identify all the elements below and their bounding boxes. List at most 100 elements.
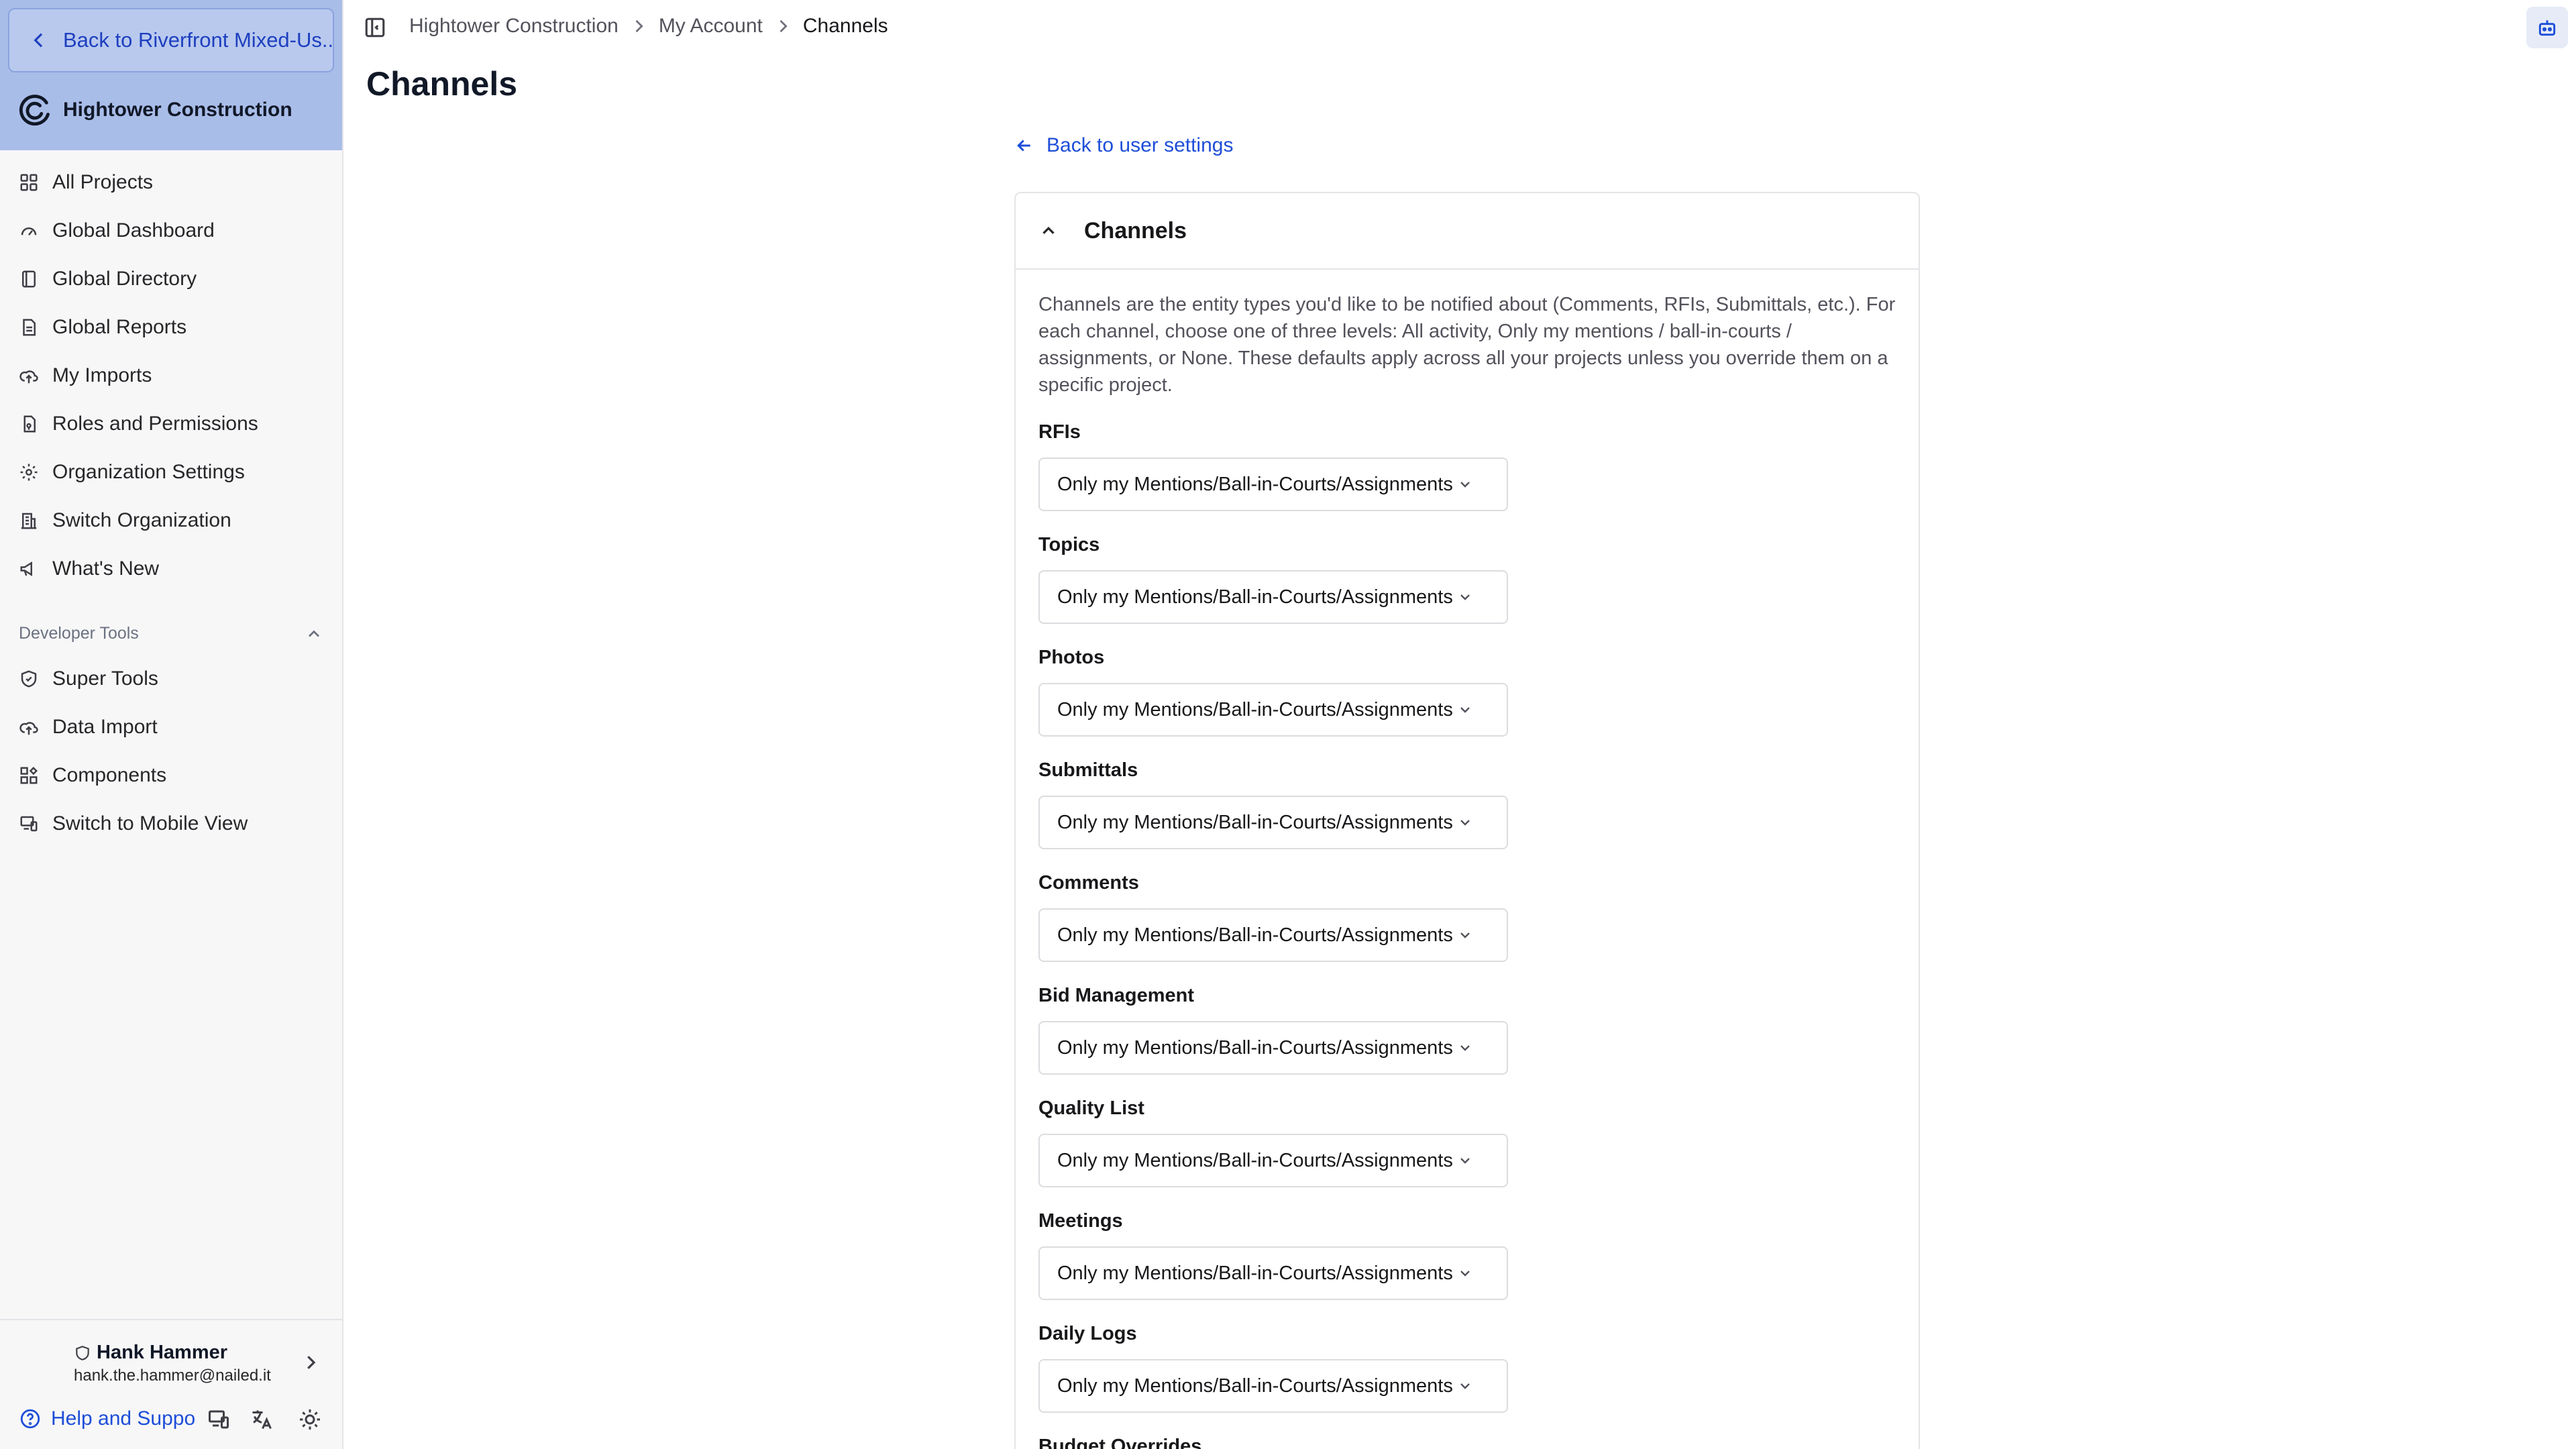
nav-item-label: Data Import [52, 716, 158, 738]
chevron-down-icon [1460, 482, 1470, 488]
channel-field-budget-overrides: Budget Overrides [1038, 1436, 1508, 1449]
select-value: Only my Mentions/Ball-in-Courts/Assignme… [1057, 924, 1453, 946]
translate-icon[interactable] [250, 1407, 274, 1432]
gear-icon [20, 464, 38, 481]
page-title: Channels [366, 65, 518, 103]
devices-icon[interactable] [207, 1407, 231, 1432]
nav-item-label: Switch Organization [52, 509, 231, 531]
nav-item-global-directory[interactable]: Global Directory [0, 255, 342, 303]
nav-item-components[interactable]: Components [0, 751, 342, 800]
shield-icon [76, 1345, 89, 1360]
help-support-link[interactable]: Help and Suppo [19, 1407, 195, 1430]
channel-field-quality-list: Quality List Only my Mentions/Ball-in-Co… [1038, 1097, 1508, 1187]
channel-label: Photos [1038, 647, 1105, 668]
assistant-button[interactable] [2526, 7, 2568, 48]
nav-item-label: Global Dashboard [52, 219, 215, 241]
chevron-down-icon [1460, 1158, 1470, 1164]
nav-item-my-imports[interactable]: My Imports [0, 352, 342, 400]
user-menu[interactable]: Hank Hammer hank.the.hammer@nailed.it [74, 1342, 271, 1385]
grid-icon [20, 174, 38, 191]
channel-label: Bid Management [1038, 985, 1195, 1006]
select-value: Only my Mentions/Ball-in-Courts/Assignme… [1057, 698, 1453, 720]
channel-select-topics[interactable]: Only my Mentions/Ball-in-Courts/Assignme… [1038, 570, 1508, 624]
nav-item-label: Super Tools [52, 667, 158, 690]
channel-field-comments: Comments Only my Mentions/Ball-in-Courts… [1038, 872, 1508, 962]
nav-item-global-reports[interactable]: Global Reports [0, 303, 342, 352]
nav-item-data-import[interactable]: Data Import [0, 703, 342, 751]
report-icon [23, 319, 36, 336]
channel-label: Quality List [1038, 1097, 1144, 1119]
channel-select-comments[interactable]: Only my Mentions/Ball-in-Courts/Assignme… [1038, 908, 1508, 962]
channel-field-photos: Photos Only my Mentions/Ball-in-Courts/A… [1038, 647, 1508, 737]
nav-item-label: Roles and Permissions [52, 413, 258, 435]
organization-switcher[interactable]: Hightower Construction [17, 93, 292, 127]
channel-field-daily-logs: Daily Logs Only my Mentions/Ball-in-Cour… [1038, 1323, 1508, 1413]
channel-field-rfis: RFIs Only my Mentions/Ball-in-Courts/Ass… [1038, 421, 1508, 511]
nav-item-organization-settings[interactable]: Organization Settings [0, 448, 342, 496]
breadcrumb: Hightower Construction My Account Channe… [409, 15, 888, 38]
channel-label: Submittals [1038, 759, 1138, 781]
channel-label: Meetings [1038, 1210, 1123, 1232]
nav-item-label: My Imports [52, 364, 152, 386]
sun-icon[interactable] [298, 1407, 322, 1432]
channel-select-quality-list[interactable]: Only my Mentions/Ball-in-Courts/Assignme… [1038, 1134, 1508, 1187]
channel-field-topics: Topics Only my Mentions/Ball-in-Courts/A… [1038, 534, 1508, 624]
chevron-down-icon [1460, 1045, 1470, 1051]
channel-select-photos[interactable]: Only my Mentions/Ball-in-Courts/Assignme… [1038, 683, 1508, 737]
nav-item-roles-permissions[interactable]: Roles and Permissions [0, 400, 342, 448]
nav-item-global-dashboard[interactable]: Global Dashboard [0, 207, 342, 255]
nav-item-label: Switch to Mobile View [52, 812, 248, 835]
developer-tools-section-toggle[interactable]: Developer Tools [19, 624, 323, 643]
chevron-down-icon [1460, 1383, 1470, 1389]
breadcrumb-current: Channels [802, 15, 888, 37]
megaphone-icon [20, 561, 32, 577]
nav-item-switch-mobile-view[interactable]: Switch to Mobile View [0, 800, 342, 848]
nav-item-all-projects[interactable]: All Projects [0, 158, 342, 207]
help-circle-icon [20, 1409, 40, 1429]
back-to-project-button[interactable]: Back to Riverfront Mixed-Us... [8, 8, 334, 72]
user-name-row: Hank Hammer [74, 1342, 271, 1364]
sidebar-toggle-icon[interactable] [364, 16, 386, 39]
channel-select-rfis[interactable]: Only my Mentions/Ball-in-Courts/Assignme… [1038, 458, 1508, 511]
nav-item-super-tools[interactable]: Super Tools [0, 655, 342, 703]
channel-select-meetings[interactable]: Only my Mentions/Ball-in-Courts/Assignme… [1038, 1246, 1508, 1300]
back-to-user-settings-link[interactable]: Back to user settings [1014, 134, 1233, 157]
channel-field-meetings: Meetings Only my Mentions/Ball-in-Courts… [1038, 1210, 1508, 1300]
channels-description: Channels are the entity types you'd like… [1038, 294, 1896, 396]
chevron-up-icon [1042, 226, 1055, 234]
components-icon [20, 766, 38, 784]
chevron-right-icon[interactable] [301, 1352, 321, 1373]
back-to-project-label: Back to Riverfront Mixed-Us... [63, 28, 333, 52]
chevron-up-icon [309, 630, 319, 637]
select-value: Only my Mentions/Ball-in-Courts/Assignme… [1057, 1375, 1453, 1397]
address-book-icon [22, 270, 36, 288]
nav-item-switch-organization[interactable]: Switch Organization [0, 496, 342, 545]
nav-item-label: Global Reports [52, 316, 187, 338]
nav-item-label: Components [52, 764, 167, 786]
channel-field-bid-management: Bid Management Only my Mentions/Ball-in-… [1038, 985, 1508, 1075]
chevron-down-icon [1460, 820, 1470, 826]
channels-card-header[interactable]: Channels [1016, 193, 1919, 270]
chevron-down-icon [1460, 707, 1470, 713]
breadcrumb-org[interactable]: Hightower Construction [409, 15, 619, 38]
developer-nav: Super Tools Data Import Components Switc… [0, 655, 342, 848]
chevron-right-icon [780, 19, 788, 33]
help-label: Help and Suppo [51, 1407, 196, 1430]
channel-select-bid-management[interactable]: Only my Mentions/Ball-in-Courts/Assignme… [1038, 1021, 1508, 1075]
breadcrumb-my-account[interactable]: My Account [659, 15, 763, 38]
devices-icon [20, 816, 38, 832]
cloud-upload-icon [19, 722, 38, 735]
select-value: Only my Mentions/Ball-in-Courts/Assignme… [1057, 473, 1453, 495]
select-value: Only my Mentions/Ball-in-Courts/Assignme… [1057, 1149, 1453, 1171]
user-email: hank.the.hammer@nailed.it [74, 1366, 271, 1385]
nav-item-label: What's New [52, 557, 160, 580]
channel-select-submittals[interactable]: Only my Mentions/Ball-in-Courts/Assignme… [1038, 796, 1508, 849]
nav-item-label: Organization Settings [52, 461, 245, 483]
chevron-right-icon [635, 19, 643, 33]
select-value: Only my Mentions/Ball-in-Courts/Assignme… [1057, 586, 1453, 608]
card-title: Channels [1084, 217, 1187, 244]
channel-select-daily-logs[interactable]: Only my Mentions/Ball-in-Courts/Assignme… [1038, 1359, 1508, 1413]
chevron-down-icon [1460, 932, 1470, 938]
user-name: Hank Hammer [97, 1342, 228, 1363]
nav-item-whats-new[interactable]: What's New [0, 545, 342, 593]
